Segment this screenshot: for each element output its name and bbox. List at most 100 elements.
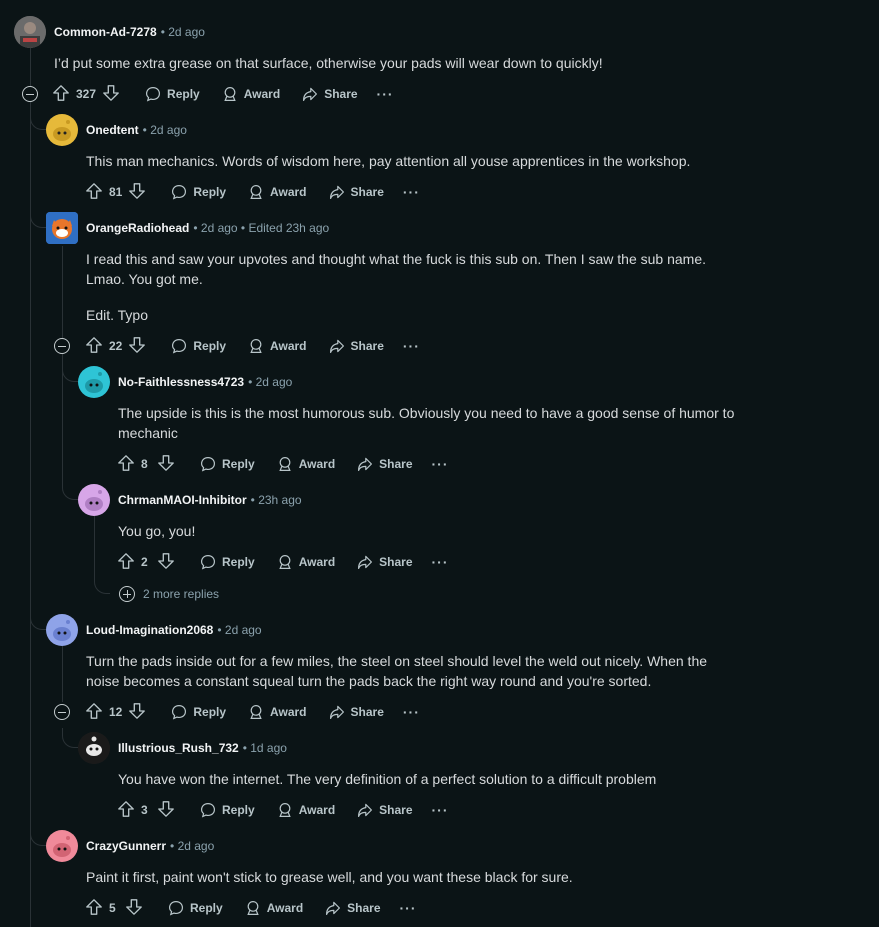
downvote-icon[interactable] — [102, 84, 120, 105]
snoo-avatar[interactable] — [46, 614, 78, 646]
upvote-icon[interactable] — [85, 182, 103, 203]
collapse-button[interactable] — [54, 338, 70, 354]
award-button[interactable]: Award — [266, 546, 346, 578]
downvote-icon[interactable] — [157, 800, 175, 821]
comment-header: CrazyGunnerr • 2d ago — [46, 830, 214, 862]
comment-author[interactable]: Loud-Imagination2068 — [86, 623, 213, 637]
award-button[interactable]: Award — [237, 330, 317, 362]
upvote-icon[interactable] — [117, 454, 135, 475]
share-icon — [329, 185, 344, 199]
comment-actions: 22 Reply Award Share ··· — [85, 330, 428, 362]
award-label: Award — [266, 901, 304, 915]
comment-timestamp: • 2d ago — [217, 623, 262, 637]
fox-avatar[interactable] — [46, 212, 78, 244]
thread-branch — [94, 574, 110, 594]
award-button[interactable]: Award — [266, 448, 346, 480]
share-button[interactable]: Share — [314, 892, 391, 924]
share-icon — [329, 705, 344, 719]
downvote-icon[interactable] — [157, 454, 175, 475]
reply-button[interactable]: Reply — [189, 794, 266, 826]
comment-author[interactable]: Illustrious_Rush_732 — [118, 741, 239, 755]
reply-button[interactable]: Reply — [189, 448, 266, 480]
vote-count: 327 — [76, 87, 97, 101]
more-options-icon[interactable]: ··· — [424, 802, 457, 818]
snoo-avatar[interactable] — [46, 114, 78, 146]
more-options-icon[interactable]: ··· — [392, 900, 425, 916]
vote-group: 3 — [117, 800, 175, 821]
comment-text: This man mechanics. Words of wisdom here… — [86, 153, 691, 169]
share-label: Share — [379, 555, 413, 569]
award-button[interactable]: Award — [234, 892, 314, 924]
upvote-icon[interactable] — [85, 898, 103, 919]
share-icon — [329, 339, 344, 353]
share-icon — [358, 555, 373, 569]
vote-group: 81 — [85, 182, 146, 203]
upvote-icon[interactable] — [85, 702, 103, 723]
comment-timestamp: • 2d ago — [248, 375, 293, 389]
more-options-icon[interactable]: ··· — [424, 456, 457, 472]
reply-label: Reply — [193, 339, 227, 353]
thread-branch — [62, 728, 78, 748]
comment-header: Common-Ad-7278 • 2d ago — [14, 16, 205, 48]
share-label: Share — [324, 87, 358, 101]
share-label: Share — [347, 901, 381, 915]
more-options-icon[interactable]: ··· — [395, 338, 428, 354]
downvote-icon[interactable] — [125, 898, 143, 919]
thread-line-level2[interactable] — [62, 246, 63, 351]
vote-count: 12 — [109, 705, 123, 719]
share-button[interactable]: Share — [346, 794, 423, 826]
collapse-button[interactable] — [22, 86, 38, 102]
comment-author[interactable]: Common-Ad-7278 — [54, 25, 157, 39]
comment-actions: 81 Reply Award Share ··· — [85, 176, 428, 208]
comment-author[interactable]: CrazyGunnerr — [86, 839, 166, 853]
snoo-dark-avatar[interactable] — [78, 732, 110, 764]
share-label: Share — [350, 185, 384, 199]
comment-author[interactable]: No-Faithlessness4723 — [118, 375, 244, 389]
more-options-icon[interactable]: ··· — [424, 554, 457, 570]
award-label: Award — [270, 185, 307, 199]
share-button[interactable]: Share — [346, 546, 423, 578]
more-replies-link[interactable]: 2 more replies — [119, 584, 219, 604]
upvote-icon[interactable] — [117, 552, 135, 573]
snoo-avatar[interactable] — [78, 484, 110, 516]
upvote-icon[interactable] — [85, 336, 103, 357]
comment-author[interactable]: OrangeRadiohead — [86, 221, 189, 235]
upvote-icon[interactable] — [117, 800, 135, 821]
snoo-avatar[interactable] — [46, 830, 78, 862]
thread-line-level2b[interactable] — [62, 646, 63, 702]
reply-label: Reply — [222, 803, 255, 817]
thread-line-level3[interactable] — [94, 516, 95, 576]
comment-header: Illustrious_Rush_732 • 1d ago — [78, 732, 287, 764]
share-button[interactable]: Share — [318, 696, 395, 728]
award-button[interactable]: Award — [211, 78, 291, 110]
reply-button[interactable]: Reply — [134, 78, 211, 110]
user-photo-avatar[interactable] — [14, 16, 46, 48]
snoo-avatar[interactable] — [78, 366, 110, 398]
share-button[interactable]: Share — [291, 78, 368, 110]
reply-button[interactable]: Reply — [160, 696, 237, 728]
comment-header: Onedtent • 2d ago — [46, 114, 187, 146]
comment-author[interactable]: ChrmanMAOI-Inhibitor — [118, 493, 247, 507]
reply-button[interactable]: Reply — [160, 330, 237, 362]
share-button[interactable]: Share — [346, 448, 423, 480]
more-options-icon[interactable]: ··· — [395, 184, 428, 200]
downvote-icon[interactable] — [128, 182, 146, 203]
share-button[interactable]: Share — [318, 176, 395, 208]
downvote-icon[interactable] — [157, 552, 175, 573]
share-button[interactable]: Share — [318, 330, 395, 362]
award-button[interactable]: Award — [266, 794, 346, 826]
reply-button[interactable]: Reply — [160, 176, 237, 208]
more-options-icon[interactable]: ··· — [395, 704, 428, 720]
collapse-button[interactable] — [54, 704, 70, 720]
reply-button[interactable]: Reply — [157, 892, 234, 924]
share-label: Share — [379, 803, 413, 817]
downvote-icon[interactable] — [128, 702, 146, 723]
thread-line-root[interactable] — [30, 48, 31, 927]
downvote-icon[interactable] — [128, 336, 146, 357]
reply-button[interactable]: Reply — [189, 546, 266, 578]
upvote-icon[interactable] — [52, 84, 70, 105]
more-options-icon[interactable]: ··· — [369, 86, 402, 102]
award-button[interactable]: Award — [237, 176, 317, 208]
comment-author[interactable]: Onedtent — [86, 123, 139, 137]
award-button[interactable]: Award — [237, 696, 317, 728]
